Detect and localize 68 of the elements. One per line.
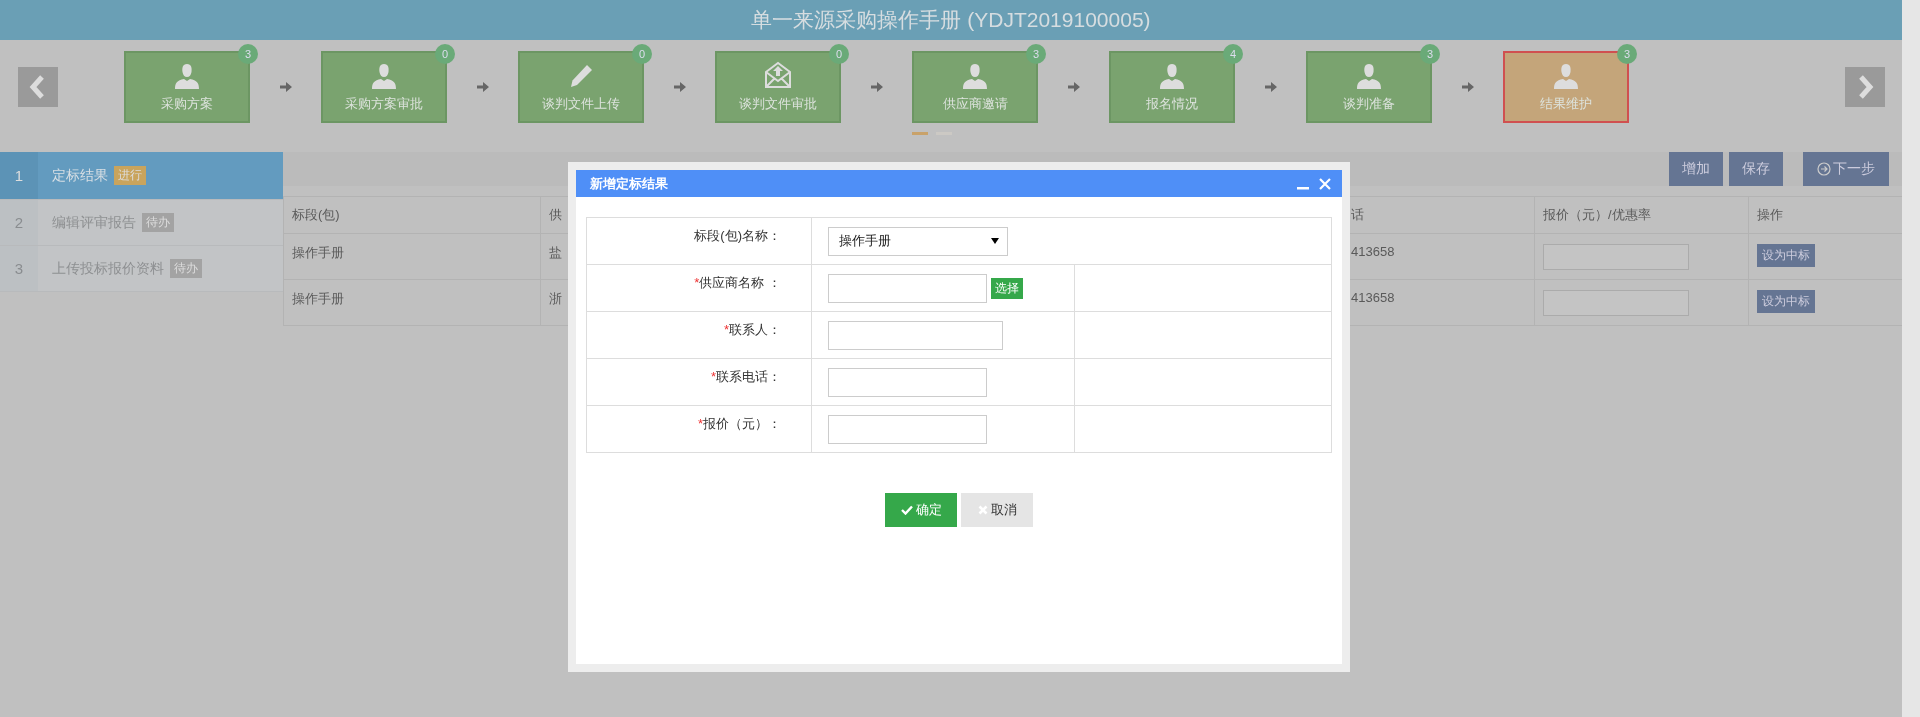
- step-label: 采购方案: [161, 95, 213, 113]
- price-input[interactable]: [1543, 290, 1689, 316]
- field-label: *联系电话：: [710, 369, 781, 384]
- column-header: 操作: [1748, 196, 1902, 234]
- sidebar-label: 定标结果: [52, 166, 108, 185]
- step-label: 谈判文件审批: [739, 95, 817, 113]
- close-icon: [977, 505, 988, 515]
- input-field[interactable]: [828, 414, 987, 444]
- arrow-right-icon: [280, 82, 292, 92]
- set-winner-button[interactable]: 设为中标: [1757, 244, 1815, 267]
- count-badge: 3: [1617, 44, 1637, 64]
- pencil-icon: [568, 63, 594, 89]
- step-number: 1: [0, 152, 38, 199]
- input-field[interactable]: [828, 320, 1003, 350]
- step-label: 报名情况: [1146, 95, 1198, 113]
- price-input[interactable]: [1543, 244, 1689, 270]
- step-label: 谈判文件上传: [542, 95, 620, 113]
- page-title: 单一来源采购操作手册 (YDJT2019100005): [751, 7, 1151, 33]
- confirm-button[interactable]: 确定: [885, 493, 957, 527]
- check-icon: [900, 505, 913, 515]
- person-icon: [1553, 63, 1579, 89]
- person-icon: [1159, 63, 1185, 89]
- cancel-button[interactable]: 取消: [961, 493, 1033, 527]
- count-badge: 4: [1223, 44, 1243, 64]
- dialog-title: 新增定标结果: [590, 174, 669, 193]
- step-label: 谈判准备: [1343, 95, 1395, 113]
- person-icon: [371, 63, 397, 89]
- step-label: 结果维护: [1540, 95, 1592, 113]
- status-tag: 进行: [114, 166, 146, 185]
- close-icon[interactable]: [1318, 176, 1332, 191]
- arrow-right-icon: [1068, 82, 1080, 92]
- set-winner-button[interactable]: 设为中标: [1757, 290, 1815, 313]
- circle-arrow-icon: [1817, 162, 1831, 176]
- count-badge: 3: [1420, 44, 1440, 64]
- person-icon: [962, 63, 988, 89]
- chevron-right-icon: [1856, 75, 1874, 99]
- input-field[interactable]: [828, 273, 987, 303]
- count-badge: 0: [632, 44, 652, 64]
- count-badge: 0: [829, 44, 849, 64]
- count-badge: 3: [1026, 44, 1046, 64]
- previous-button[interactable]: [18, 67, 58, 107]
- arrow-right-icon: [1265, 82, 1277, 92]
- chevron-left-icon: [29, 75, 47, 99]
- toolbar-button[interactable]: 保存: [1729, 152, 1783, 186]
- package-select[interactable]: 操作手册: [828, 226, 1008, 256]
- column-header: 标段(包): [283, 196, 541, 234]
- next-step-button[interactable]: 下一步: [1803, 152, 1889, 186]
- person-icon: [1356, 63, 1382, 89]
- table-cell: 操作手册: [283, 279, 541, 326]
- table-cell: 操作手册: [283, 233, 541, 280]
- arrow-right-icon: [1462, 82, 1474, 92]
- input-field[interactable]: [828, 367, 987, 397]
- choose-button[interactable]: 选择: [991, 277, 1023, 299]
- step-label: 供应商邀请: [942, 95, 1008, 113]
- count-badge: 3: [238, 44, 258, 64]
- person-icon: [174, 63, 200, 89]
- toolbar-button[interactable]: 增加: [1669, 152, 1723, 186]
- step-label: 采购方案审批: [345, 95, 423, 113]
- field-label: *报价（元）：: [697, 416, 781, 431]
- arrow-right-icon: [871, 82, 883, 92]
- count-badge: 0: [435, 44, 455, 64]
- arrow-right-icon: [674, 82, 686, 92]
- next-button[interactable]: [1845, 67, 1885, 107]
- dropdown-caret-icon: [991, 238, 999, 244]
- envelope-upload-icon: [764, 61, 792, 89]
- column-header: 报价（元）/优惠率: [1534, 196, 1749, 234]
- sidebar-item[interactable]: 1 定标结果 进行: [0, 152, 283, 200]
- arrow-right-icon: [477, 82, 489, 92]
